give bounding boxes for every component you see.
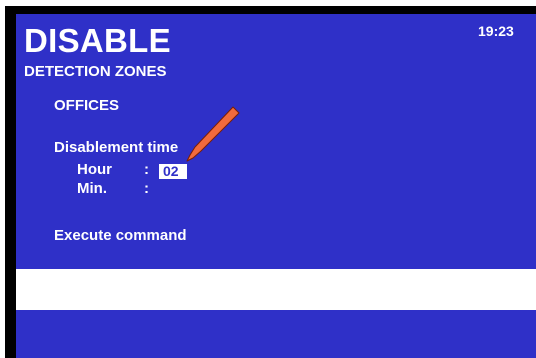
panel-screen: DISABLE DETECTION ZONES 19:23 OFFICES Di… [16, 14, 536, 358]
hour-label: Hour [77, 161, 112, 178]
zone-name[interactable]: OFFICES [54, 97, 119, 115]
message-bar [16, 269, 536, 310]
hour-input[interactable] [159, 164, 187, 179]
min-row: Min. : [77, 180, 149, 198]
page-subtitle: DETECTION ZONES [24, 63, 167, 80]
clock: 19:23 [478, 23, 514, 39]
hour-separator: : [144, 161, 149, 178]
page-title: DISABLE [24, 22, 171, 59]
disablement-time-label: Disablement time [54, 139, 179, 156]
min-separator: : [144, 180, 149, 197]
min-label: Min. [77, 180, 107, 197]
hour-row: Hour : [77, 161, 149, 179]
execute-command-button[interactable]: Execute command [54, 227, 187, 245]
